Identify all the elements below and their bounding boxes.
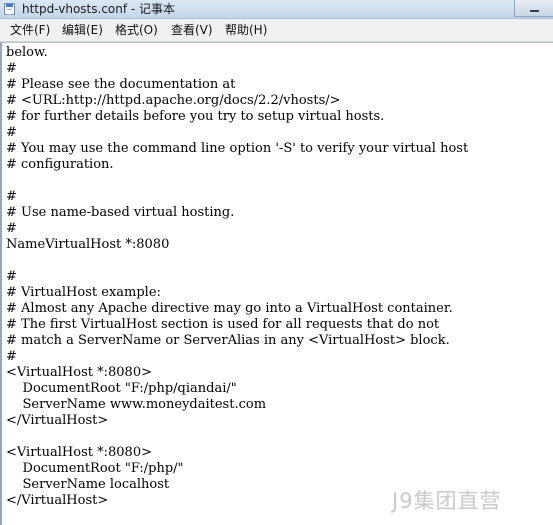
editor-line: ServerName localhost xyxy=(6,477,170,492)
watermark: J9集团直营 xyxy=(392,489,502,513)
editor-line: </VirtualHost> xyxy=(6,493,109,508)
editor-line: # configuration. xyxy=(6,157,114,172)
editor-line: <VirtualHost *:8080> xyxy=(6,445,152,460)
editor-line: # xyxy=(6,221,17,236)
editor-line: # <URL:http://httpd.apache.org/docs/2.2/… xyxy=(6,93,341,108)
editor-line: # xyxy=(6,349,17,364)
editor-line: # Please see the documentation at xyxy=(6,77,236,92)
editor-line: DocumentRoot "F:/php/" xyxy=(6,461,184,476)
menu-bar: 文件(F) 编辑(E) 格式(O) 查看(V) 帮助(H) xyxy=(0,19,553,42)
editor-line: # You may use the command line option '-… xyxy=(6,141,469,156)
editor-line: NameVirtualHost *:8080 xyxy=(6,237,170,252)
editor-line: # match a ServerName or ServerAlias in a… xyxy=(6,333,450,348)
editor-line: # The first VirtualHost section is used … xyxy=(6,317,440,332)
minimize-icon xyxy=(530,10,539,12)
menu-edit[interactable]: 编辑(E) xyxy=(62,23,103,37)
editor-line: ServerName www.moneydaitest.com xyxy=(6,397,267,412)
editor-line: # Almost any Apache directive may go int… xyxy=(6,301,453,316)
menu-file[interactable]: 文件(F) xyxy=(10,23,50,37)
notepad-icon xyxy=(4,3,15,15)
window-title: httpd-vhosts.conf - 记事本 xyxy=(22,2,176,16)
editor-line: <VirtualHost *:8080> xyxy=(6,365,152,380)
editor-line: # xyxy=(6,61,17,76)
menu-view[interactable]: 查看(V) xyxy=(171,23,213,37)
editor-line: </VirtualHost> xyxy=(6,413,109,428)
menu-help[interactable]: 帮助(H) xyxy=(225,23,267,37)
editor-line: # xyxy=(6,125,17,140)
editor-line: # Use name-based virtual hosting. xyxy=(6,205,235,220)
text-editor[interactable]: below. # # Please see the documentation … xyxy=(0,42,553,525)
title-bar[interactable]: httpd-vhosts.conf - 记事本 xyxy=(0,0,553,19)
editor-line: # xyxy=(6,189,17,204)
editor-line: # for further details before you try to … xyxy=(6,109,385,124)
minimize-button[interactable] xyxy=(514,0,553,17)
editor-line: DocumentRoot "F:/php/qiandai/" xyxy=(6,381,237,396)
editor-line: # VirtualHost example: xyxy=(6,285,161,300)
menu-format[interactable]: 格式(O) xyxy=(115,23,158,37)
editor-line: below. xyxy=(6,45,48,60)
editor-line: # xyxy=(6,269,17,284)
notepad-window: httpd-vhosts.conf - 记事本 文件(F) 编辑(E) 格式(O… xyxy=(0,0,553,525)
